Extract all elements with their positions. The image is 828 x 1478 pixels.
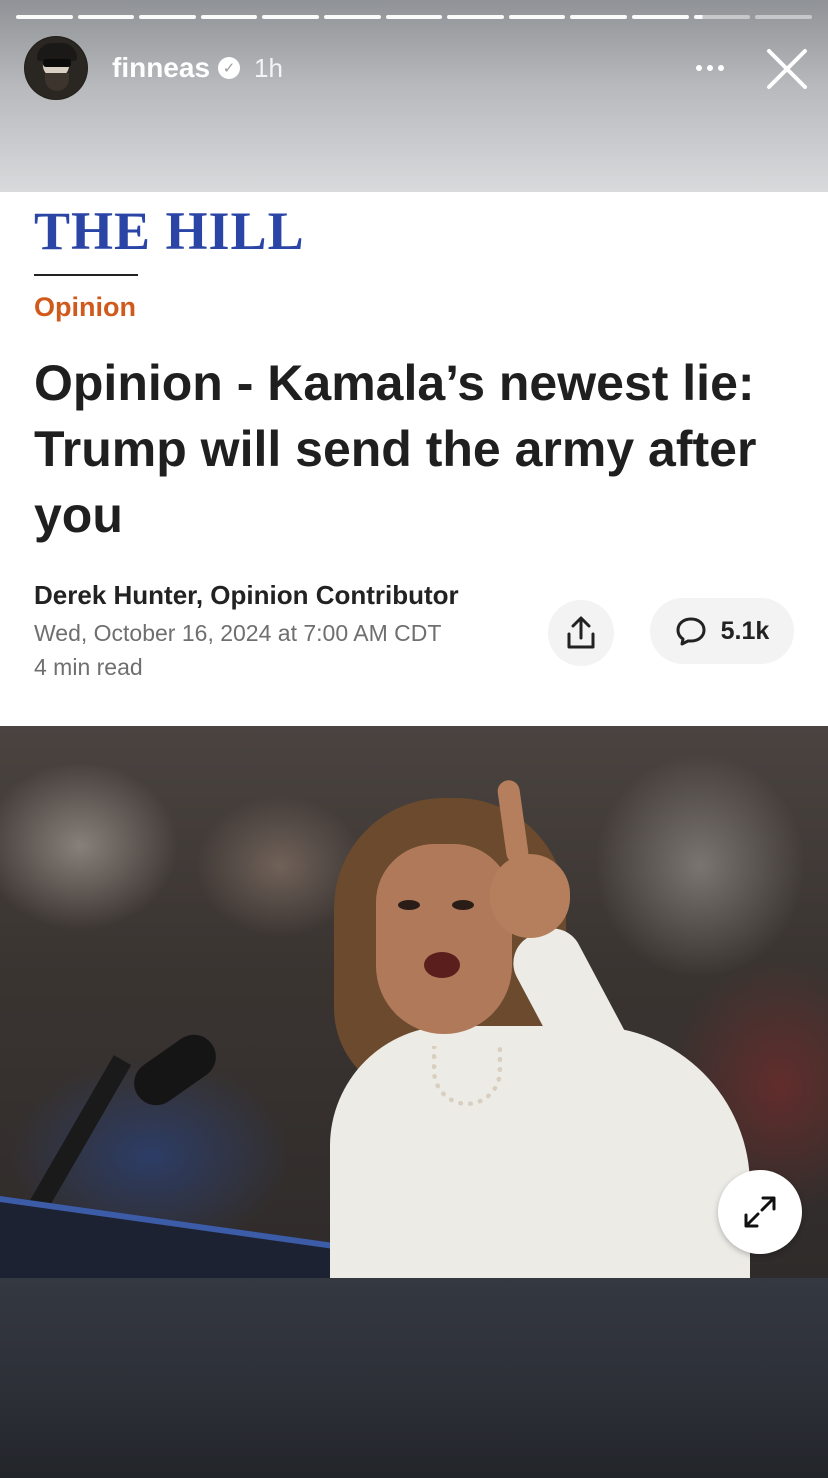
avatar[interactable] — [24, 36, 88, 100]
progress-segment — [570, 15, 628, 19]
progress-segment — [77, 15, 135, 19]
comment-icon — [676, 617, 706, 646]
article-headline: Opinion - Kamala’s newest lie: Trump wil… — [34, 355, 757, 543]
story-bottom-background — [0, 1278, 828, 1478]
story-header: finneas ✓ 1h — [24, 36, 814, 100]
more-icon — [718, 65, 724, 71]
more-icon — [707, 65, 713, 71]
close-icon — [767, 49, 807, 89]
story-viewer: finneas ✓ 1h THE HILL Opinion Opinion - … — [0, 0, 828, 1478]
article-screenshot: THE HILL Opinion Opinion - Kamala’s newe… — [0, 192, 828, 1278]
divider — [34, 274, 138, 276]
expand-icon — [744, 1196, 776, 1228]
podium — [0, 1196, 360, 1278]
progress-segment — [632, 15, 689, 19]
progress-segment — [16, 15, 73, 19]
username[interactable]: finneas — [112, 52, 210, 84]
more-options-button[interactable] — [688, 48, 732, 88]
progress-segment — [755, 15, 812, 19]
comments-button[interactable]: 5.1k — [650, 598, 794, 664]
avatar-beard — [45, 73, 69, 91]
close-button[interactable] — [764, 46, 810, 92]
speaker-eye — [398, 900, 420, 910]
speaker-eye — [452, 900, 474, 910]
comments-count: 5.1k — [720, 616, 770, 645]
progress-segment — [447, 15, 504, 19]
progress-segment — [508, 15, 566, 19]
verified-badge-icon: ✓ — [218, 57, 241, 79]
speaker-mouth — [424, 952, 460, 978]
article-photo — [0, 726, 828, 1278]
section-label: Opinion — [34, 292, 136, 322]
expand-button[interactable] — [718, 1170, 802, 1254]
progress-segment — [200, 15, 258, 19]
progress-segment-current — [693, 15, 751, 19]
time-ago: 1h — [254, 52, 283, 83]
progress-segment — [139, 15, 196, 19]
share-icon — [567, 616, 595, 649]
share-button[interactable] — [548, 600, 614, 666]
story-progress-bar — [16, 15, 812, 19]
microphone — [125, 1026, 225, 1114]
avatar-glasses — [43, 59, 71, 67]
article-date: Wed, October 16, 2024 at 7:00 AM CDT — [34, 620, 442, 646]
progress-segment — [262, 15, 320, 19]
progress-segment — [385, 15, 443, 19]
speaker-hand — [490, 854, 570, 938]
speaker-jacket — [330, 1026, 750, 1278]
more-icon — [696, 65, 702, 71]
article-byline: Derek Hunter, Opinion Contributor — [34, 580, 459, 610]
publication-logo: THE HILL — [34, 201, 305, 261]
progress-segment — [324, 15, 381, 19]
speaker-face — [376, 844, 512, 1034]
article-read-time: 4 min read — [34, 654, 143, 680]
